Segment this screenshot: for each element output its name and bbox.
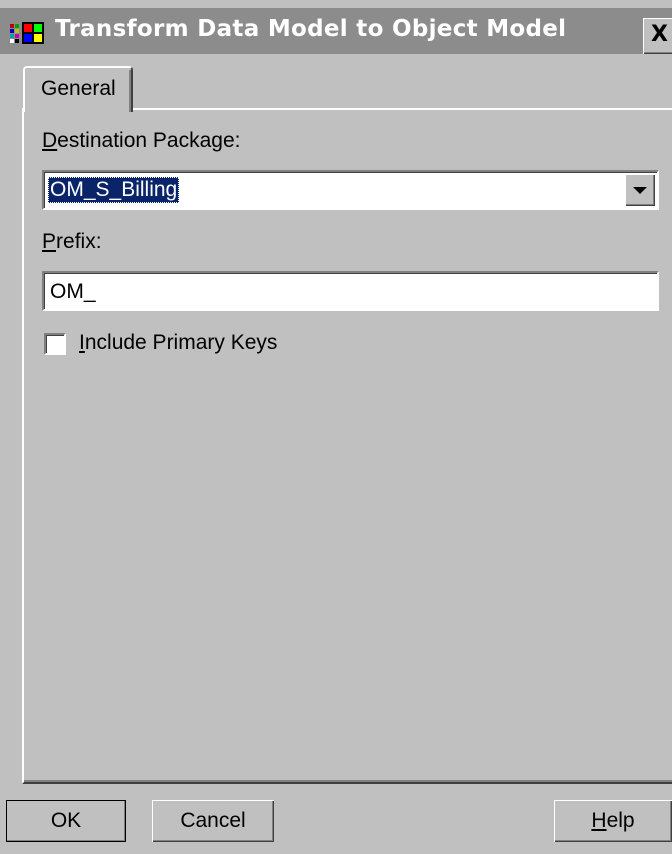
tab-general[interactable]: General bbox=[23, 66, 133, 112]
dropdown-arrow-button[interactable] bbox=[625, 174, 655, 206]
prefix-value: OM_ bbox=[50, 280, 96, 303]
prefix-input[interactable]: OM_ bbox=[42, 271, 659, 311]
include-primary-keys-checkbox[interactable] bbox=[44, 333, 66, 355]
close-button[interactable]: X bbox=[643, 18, 672, 54]
prefix-label: Prefix: bbox=[42, 230, 102, 253]
ok-button[interactable]: OK bbox=[6, 800, 126, 842]
dialog-window: Transform Data Model to Object Model X G… bbox=[0, 0, 672, 854]
destination-package-label: Destination Package: bbox=[42, 129, 241, 152]
cancel-button[interactable]: Cancel bbox=[152, 800, 274, 842]
title-bar[interactable]: Transform Data Model to Object Model X bbox=[0, 8, 672, 54]
tab-general-label: General bbox=[41, 77, 116, 100]
destination-package-dropdown[interactable]: OM_S_Billing bbox=[42, 170, 659, 210]
help-button[interactable]: Help bbox=[554, 800, 672, 842]
window-title: Transform Data Model to Object Model bbox=[55, 16, 567, 42]
app-multicolor-icon bbox=[10, 22, 44, 44]
destination-package-value: OM_S_Billing bbox=[48, 177, 180, 203]
include-primary-keys-label[interactable]: Include Primary Keys bbox=[79, 331, 277, 355]
close-icon: X bbox=[651, 22, 668, 47]
